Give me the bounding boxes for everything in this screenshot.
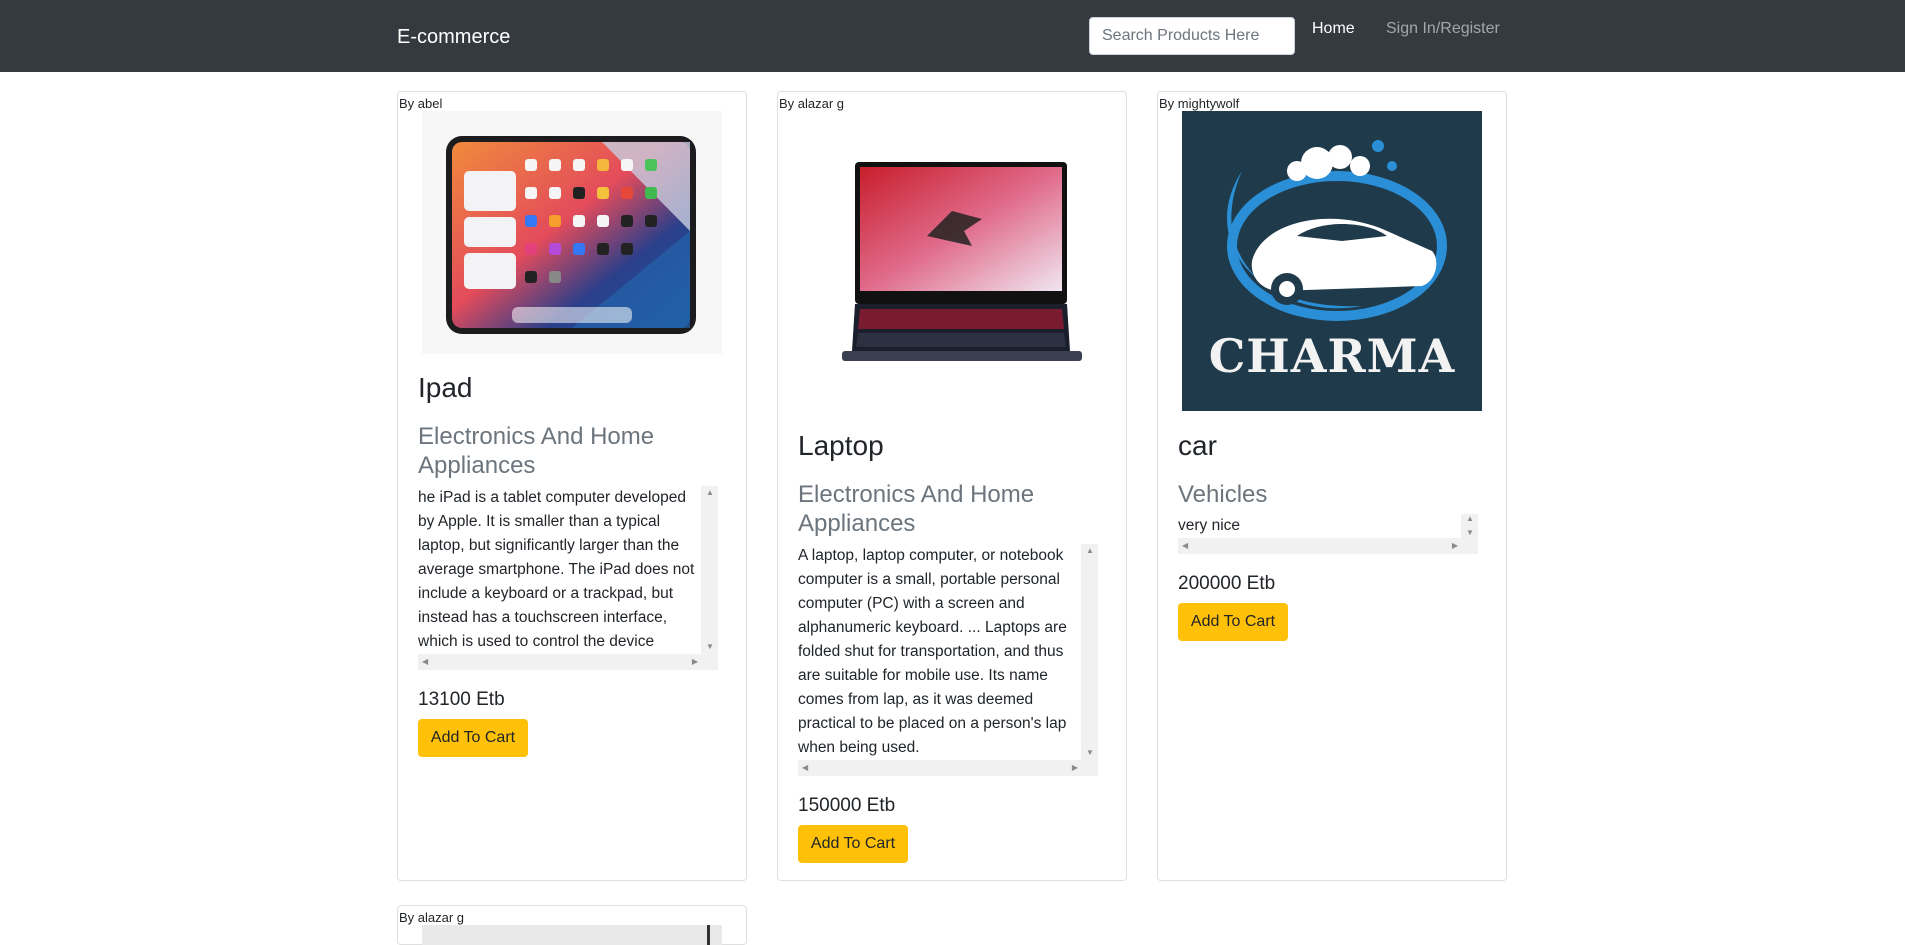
product-description: A laptop, laptop computer, or notebook c… [798, 544, 1081, 760]
product-category: Vehicles [1178, 481, 1268, 508]
top-navbar: E-commerce Home Sign In/Register [0, 0, 1905, 72]
product-price: 13100 Etb [418, 689, 505, 710]
product-card-partial: By alazar g [397, 905, 747, 945]
nav-home-link[interactable]: Home [1312, 20, 1355, 38]
product-title: car [1178, 430, 1217, 461]
product-author: By alazar g [399, 910, 465, 925]
horizontal-scrollbar[interactable]: ◀ ▶ [418, 654, 702, 670]
logo-text: CHARMA [1208, 329, 1456, 383]
vertical-scrollbar[interactable]: ▲ ▼ [1082, 544, 1098, 760]
ipad-image [422, 111, 722, 354]
product-card-laptop: By alazar g Laptop Electronics And Home … [777, 91, 1127, 881]
brand-link[interactable]: E-commerce [397, 26, 510, 49]
search-input[interactable] [1089, 17, 1295, 55]
product-description-box[interactable]: A laptop, laptop computer, or notebook c… [798, 544, 1098, 776]
product-description: very nice [1178, 514, 1461, 538]
horizontal-scrollbar[interactable]: ◀ ▶ [1178, 538, 1462, 554]
nav-signin-link[interactable]: Sign In/Register [1386, 20, 1500, 38]
product-category: Electronics And Home Appliances [798, 481, 1035, 537]
add-to-cart-button[interactable]: Add To Cart [418, 719, 528, 757]
product-description: he iPad is a tablet computer developed b… [418, 486, 701, 654]
product-author: By abel [399, 96, 443, 111]
product-category: Electronics And Home Appliances [418, 423, 655, 479]
product-price: 200000 Etb [1178, 573, 1276, 594]
product-card-car: By mightywolf CHARMA car Vehicles very n… [1157, 91, 1507, 881]
horizontal-scrollbar[interactable]: ◀ ▶ [798, 760, 1082, 776]
add-to-cart-button[interactable]: Add To Cart [798, 825, 908, 863]
add-to-cart-button[interactable]: Add To Cart [1178, 603, 1288, 641]
laptop-image [802, 111, 1102, 411]
product-author: By mightywolf [1159, 96, 1240, 111]
product-image-partial [422, 925, 722, 945]
product-title: Laptop [798, 430, 884, 461]
product-card-ipad: By abel Ipad Electronics And Home Applia… [397, 91, 747, 881]
vertical-scrollbar[interactable]: ▲ ▼ [702, 486, 718, 654]
product-description-box[interactable]: very nice ▲ ▼ ◀ ▶ [1178, 514, 1478, 554]
product-description-box[interactable]: he iPad is a tablet computer developed b… [418, 486, 718, 670]
product-author: By alazar g [779, 96, 845, 111]
product-price: 150000 Etb [798, 795, 896, 816]
vertical-scrollbar[interactable]: ▲ ▼ [1462, 514, 1478, 538]
product-title: Ipad [418, 372, 473, 403]
charma-logo-image: CHARMA [1182, 111, 1482, 411]
